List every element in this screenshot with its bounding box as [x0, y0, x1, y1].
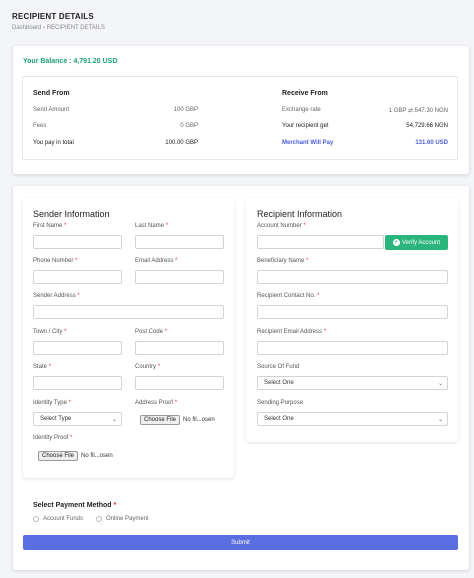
exchange-rate-label: Exchange rate: [282, 107, 321, 113]
breadcrumb-separator: ›: [43, 25, 46, 31]
radio-account-funds[interactable]: Account Funds: [33, 516, 83, 522]
country-label: Country *: [135, 364, 161, 370]
breadcrumb: Dashboard › RECIPIENT DETAILS: [12, 25, 105, 31]
address-proof-label: Address Proof *: [135, 400, 178, 406]
balance-text: Your Balance : 4,791.20 USD: [23, 58, 118, 65]
identity-proof-file[interactable]: Choose File No fil...osen: [38, 449, 113, 463]
beneficiary-input[interactable]: [257, 270, 448, 284]
account-funds-label: Account Funds: [43, 516, 84, 522]
total-label: You pay in total: [33, 140, 74, 146]
sender-title: Sender Information: [33, 209, 110, 219]
address-proof-status: No fil...osen: [183, 417, 215, 423]
identity-type-value: Select Type: [40, 416, 72, 422]
source-fund-select[interactable]: Select One ⌄: [257, 376, 448, 390]
merchant-pay-value: 131.60 USD: [415, 140, 448, 146]
verify-account-label: Verify Account: [401, 239, 441, 246]
recipient-email-input[interactable]: [257, 341, 448, 355]
last-name-label: Last Name *: [135, 223, 169, 229]
state-label: State *: [33, 364, 52, 370]
send-amount-label: Send Amount: [33, 107, 70, 113]
state-input[interactable]: [33, 376, 122, 390]
first-name-label: First Name *: [33, 223, 67, 229]
source-fund-value: Select One: [264, 380, 294, 386]
fees-value: 0 GBP: [180, 123, 198, 129]
merchant-pay-label: Merchant Will Pay: [282, 140, 334, 146]
country-input[interactable]: [135, 376, 224, 390]
post-code-input[interactable]: [135, 341, 224, 355]
last-name-input[interactable]: [135, 235, 224, 249]
identity-type-select[interactable]: Select Type ⌄: [33, 412, 122, 426]
account-number-label: Account Number *: [257, 223, 306, 229]
recipient-title: Recipient Information: [257, 209, 343, 219]
page-title: RECIPIENT DETAILS: [12, 12, 94, 21]
radio-online-payment[interactable]: Online Payment: [96, 516, 149, 522]
phone-label: Phone Number *: [33, 258, 78, 264]
address-proof-choose-button[interactable]: Choose File: [140, 415, 181, 425]
first-name-input[interactable]: [33, 235, 122, 249]
radio-circle-icon: [33, 516, 39, 522]
transfer-summary: [22, 76, 458, 160]
payment-method-title: Select Payment Method *: [33, 502, 117, 509]
chevron-down-icon: ⌄: [437, 381, 443, 387]
breadcrumb-current: RECIPIENT DETAILS: [46, 25, 105, 31]
town-input[interactable]: [33, 341, 122, 355]
recipient-email-label: Recipient Email Address *: [257, 329, 327, 335]
recipient-contact-input[interactable]: [257, 305, 448, 319]
identity-type-label: Identity Type *: [33, 400, 71, 406]
sending-purpose-label: Sending Purpose: [257, 400, 304, 406]
email-label: Email Address *: [135, 258, 178, 264]
recipient-contact-label: Recipient Contact No. *: [257, 293, 320, 299]
receive-from-title: Receive From: [282, 90, 328, 97]
account-number-input[interactable]: [257, 235, 384, 249]
identity-proof-label: Identity Proof *: [33, 435, 73, 441]
post-code-label: Post Code *: [135, 329, 168, 335]
check-circle-icon: ✓: [392, 239, 400, 246]
chevron-down-icon: ⌄: [437, 417, 443, 423]
sending-purpose-value: Select One: [264, 416, 294, 422]
verify-account-button[interactable]: ✓ Verify Account: [385, 235, 448, 250]
source-fund-label: Source Of Fund: [257, 364, 300, 370]
beneficiary-label: Beneficiary Name *: [257, 258, 309, 264]
town-label: Town / City *: [33, 329, 67, 335]
recipient-get-label: Your recipient get: [282, 123, 329, 129]
sender-address-label: Sender Address *: [33, 293, 80, 299]
sending-purpose-select[interactable]: Select One ⌄: [257, 412, 448, 426]
total-value: 100.00 GBP: [165, 140, 198, 146]
submit-button[interactable]: Submit: [23, 535, 458, 550]
exchange-rate-value: 1 GBP ⇄ 547.30 NGN: [388, 108, 448, 114]
phone-input[interactable]: [33, 270, 122, 284]
identity-proof-status: No fil...osen: [81, 453, 113, 459]
identity-proof-choose-button[interactable]: Choose File: [38, 451, 79, 461]
email-input[interactable]: [135, 270, 224, 284]
sender-address-input[interactable]: [33, 305, 224, 319]
chevron-down-icon: ⌄: [111, 417, 117, 423]
online-payment-label: Online Payment: [106, 516, 149, 522]
fees-label: Fees: [33, 123, 47, 129]
send-from-title: Send From: [33, 90, 70, 97]
radio-circle-icon: [96, 516, 102, 522]
address-proof-file[interactable]: Choose File No fil...osen: [140, 413, 215, 427]
breadcrumb-dashboard[interactable]: Dashboard: [12, 25, 41, 31]
top-header: RECIPIENT DETAILS Dashboard › RECIPIENT …: [0, 0, 474, 40]
recipient-get-value: 54,729.66 NGN: [406, 123, 448, 129]
send-amount-value: 100 GBP: [173, 107, 198, 113]
